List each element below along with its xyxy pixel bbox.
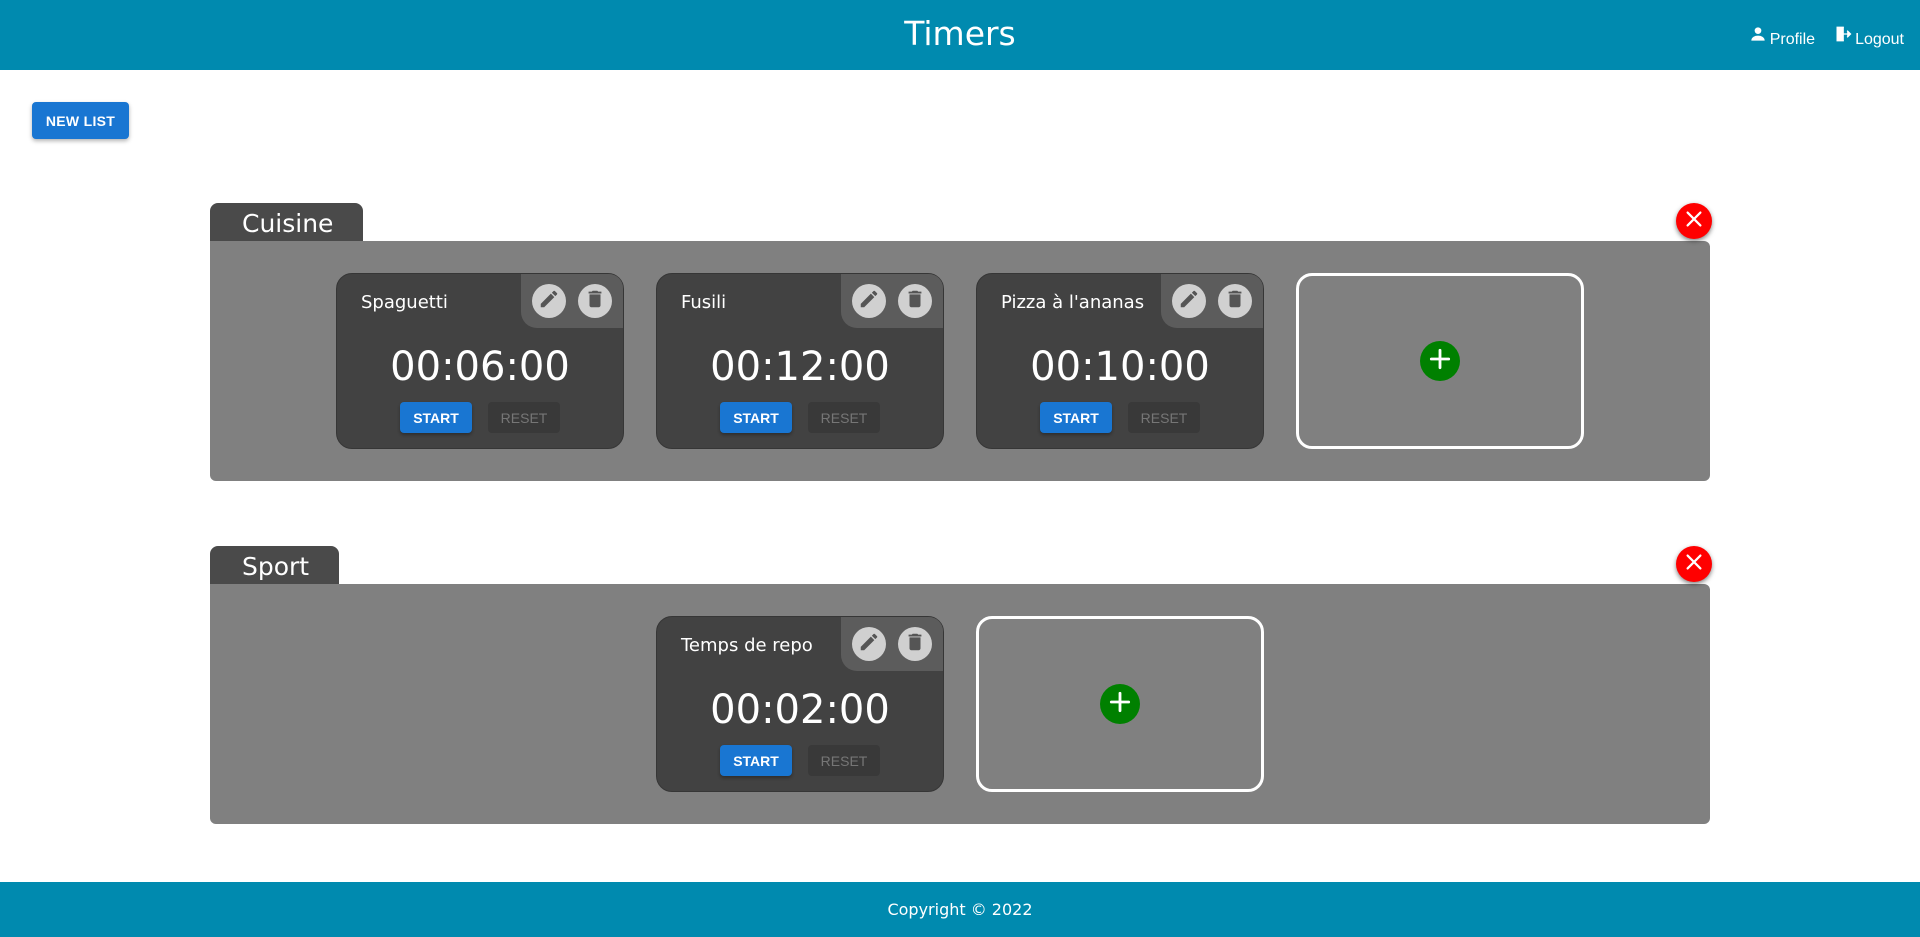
app-header: Timers Profile Logout [0, 0, 1920, 70]
start-button[interactable]: START [720, 745, 792, 776]
start-button[interactable]: START [720, 402, 792, 433]
timer-actions [1161, 274, 1263, 328]
list-panel: Temps de repo 00:02:00 START RESET [210, 584, 1710, 824]
person-icon [1748, 24, 1768, 49]
add-timer-card[interactable] [1296, 273, 1584, 449]
edit-button[interactable] [852, 284, 887, 318]
timer-display: 00:02:00 [710, 687, 890, 733]
list-title: Sport [210, 546, 340, 586]
reset-button[interactable]: RESET [1128, 402, 1200, 433]
pencil-icon [538, 288, 560, 315]
close-icon [1683, 208, 1705, 235]
timer-card: Spaguetti 00:06:00 START RESET [336, 273, 624, 449]
logout-icon [1833, 24, 1853, 49]
page-title: Timers [904, 14, 1016, 53]
start-button[interactable]: START [400, 402, 472, 433]
timer-card: Temps de repo 00:02:00 START RESET [656, 616, 944, 792]
timer-actions [521, 274, 623, 328]
timer-name: Temps de repo [681, 635, 813, 656]
app-footer: Copyright © 2022 [0, 882, 1920, 937]
add-timer-button[interactable] [1420, 341, 1460, 381]
list-title: Cuisine [210, 203, 364, 243]
delete-list-button[interactable] [1676, 203, 1712, 239]
profile-label: Profile [1769, 31, 1816, 48]
reset-button[interactable]: RESET [808, 745, 880, 776]
pencil-icon [858, 631, 880, 658]
add-timer-card[interactable] [976, 616, 1264, 792]
plus-icon [1107, 689, 1133, 720]
delete-button[interactable] [897, 284, 932, 318]
timer-actions [841, 617, 943, 671]
pencil-icon [1178, 288, 1200, 315]
profile-link[interactable]: Profile [1748, 24, 1815, 49]
trash-icon [1224, 288, 1246, 315]
delete-button[interactable] [577, 284, 612, 318]
trash-icon [904, 288, 926, 315]
logout-link[interactable]: Logout [1833, 24, 1904, 49]
timer-card: Pizza à l'ananas 00:10:00 START RESET [976, 273, 1264, 449]
plus-icon [1427, 346, 1453, 377]
reset-button[interactable]: RESET [488, 402, 560, 433]
timer-name: Fusili [681, 292, 727, 313]
delete-button[interactable] [1217, 284, 1252, 318]
logout-label: Logout [1855, 31, 1904, 48]
timer-name: Pizza à l'ananas [1001, 292, 1145, 313]
timer-card: Fusili 00:12:00 START RESET [656, 273, 944, 449]
trash-icon [904, 631, 926, 658]
timer-controls: START RESET [657, 745, 943, 776]
delete-list-button[interactable] [1676, 546, 1712, 582]
timer-display: 00:12:00 [710, 344, 890, 390]
reset-button[interactable]: RESET [808, 402, 880, 433]
header-nav: Profile Logout [1748, 24, 1904, 49]
edit-button[interactable] [852, 627, 887, 661]
start-button[interactable]: START [1040, 402, 1112, 433]
timer-display: 00:10:00 [1030, 344, 1210, 390]
new-list-button[interactable]: NEW LIST [32, 102, 129, 139]
timer-display: 00:06:00 [390, 344, 570, 390]
edit-button[interactable] [1172, 284, 1207, 318]
timer-controls: START RESET [657, 402, 943, 433]
add-timer-button[interactable] [1100, 684, 1140, 724]
close-icon [1683, 551, 1705, 578]
pencil-icon [858, 288, 880, 315]
list-panel: Spaguetti 00:06:00 START RESET Fusili 00… [210, 241, 1710, 481]
trash-icon [584, 288, 606, 315]
timer-controls: START RESET [337, 402, 623, 433]
timer-controls: START RESET [977, 402, 1263, 433]
delete-button[interactable] [897, 627, 932, 661]
timer-actions [841, 274, 943, 328]
timer-name: Spaguetti [361, 292, 448, 313]
edit-button[interactable] [532, 284, 567, 318]
copyright-text: Copyright © 2022 [887, 900, 1033, 919]
